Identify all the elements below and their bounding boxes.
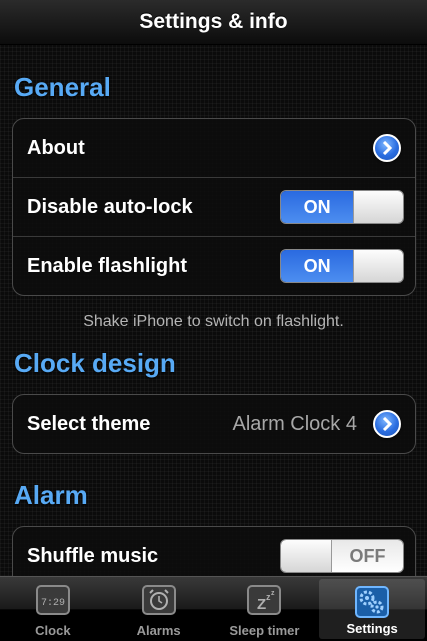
disable-auto-lock-row: Disable auto-lock ON xyxy=(13,178,415,237)
tab-label: Clock xyxy=(35,623,71,638)
flashlight-switch[interactable]: ON xyxy=(280,249,404,283)
auto-lock-switch[interactable]: ON xyxy=(280,190,404,224)
clock-icon-digits: 7:29 xyxy=(41,598,65,609)
tab-clock[interactable]: 7:29 Clock xyxy=(0,577,106,641)
shuffle-music-label: Shuffle music xyxy=(27,544,159,567)
select-theme-label: Select theme xyxy=(27,412,151,435)
switch-knob xyxy=(353,191,403,223)
tab-alarms[interactable]: Alarms xyxy=(106,577,212,641)
navigation-bar: Settings & info xyxy=(0,0,427,45)
disclosure-chevron-icon[interactable] xyxy=(373,134,401,162)
tab-settings[interactable]: Settings xyxy=(319,579,425,639)
tab-bar: 7:29 Clock Alarms Z z z Sleep timer Sett… xyxy=(0,576,427,641)
tab-label: Settings xyxy=(346,621,398,636)
switch-state-text: OFF xyxy=(332,540,403,572)
shuffle-music-switch[interactable]: OFF xyxy=(280,539,404,573)
alarm-icon xyxy=(140,581,178,619)
page-title: Settings & info xyxy=(139,10,288,33)
tab-sleep-timer[interactable]: Z z z Sleep timer xyxy=(212,577,318,641)
switch-state-text: ON xyxy=(281,250,354,282)
selected-theme-value: Alarm Clock 4 xyxy=(232,412,357,435)
flashlight-hint: Shake iPhone to switch on flashlight. xyxy=(83,313,344,330)
tab-label: Sleep timer xyxy=(229,623,300,638)
disable-auto-lock-label: Disable auto-lock xyxy=(27,195,193,218)
svg-text:z: z xyxy=(271,590,275,597)
sleep-zzz-icon: Z z z xyxy=(245,581,283,619)
disclosure-chevron-icon[interactable] xyxy=(373,410,401,438)
about-row[interactable]: About xyxy=(13,119,415,178)
clock-design-group: Select theme Alarm Clock 4 xyxy=(12,394,416,454)
enable-flashlight-row: Enable flashlight ON xyxy=(13,237,415,295)
svg-text:Z: Z xyxy=(257,596,266,613)
section-header-alarm: Alarm xyxy=(14,480,88,510)
tab-label: Alarms xyxy=(136,623,181,638)
about-label: About xyxy=(27,136,85,159)
select-theme-row[interactable]: Select theme Alarm Clock 4 xyxy=(13,395,415,453)
switch-knob xyxy=(353,250,403,282)
section-header-clock-design: Clock design xyxy=(14,348,176,378)
switch-state-text: ON xyxy=(281,191,354,223)
enable-flashlight-label: Enable flashlight xyxy=(27,254,188,277)
switch-knob xyxy=(281,540,332,572)
general-settings-group: About Disable auto-lock ON Enable flashl… xyxy=(12,118,416,296)
clock-icon: 7:29 xyxy=(34,581,72,619)
section-header-general: General xyxy=(14,72,111,102)
settings-gears-icon xyxy=(353,583,391,621)
